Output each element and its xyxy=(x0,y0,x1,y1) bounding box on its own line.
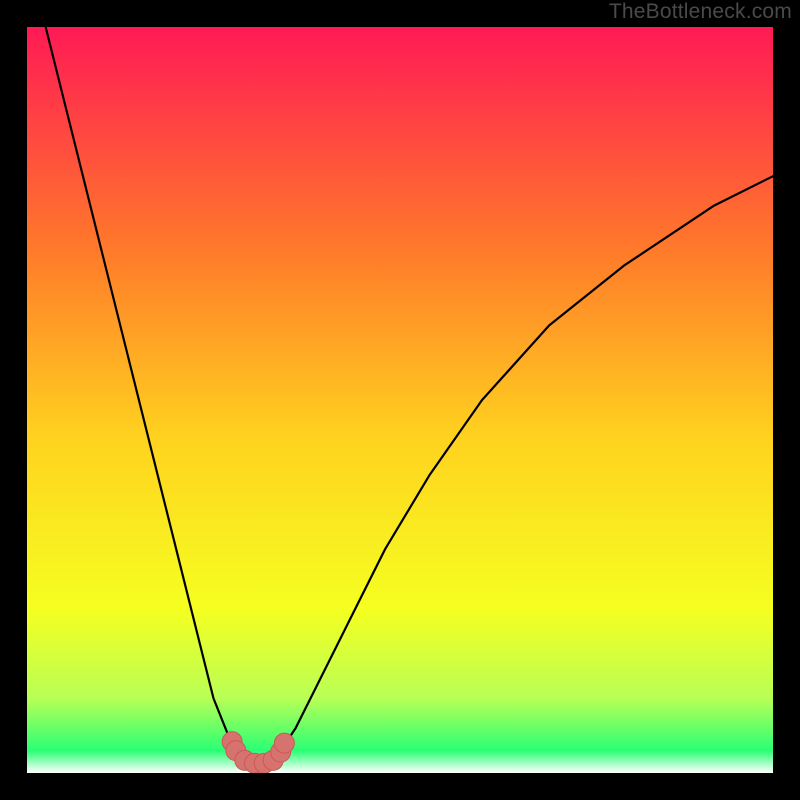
curve-marker xyxy=(274,733,294,753)
watermark-text: TheBottleneck.com xyxy=(609,0,792,24)
chart-frame: TheBottleneck.com xyxy=(0,0,800,800)
plot-area xyxy=(27,27,773,773)
chart-svg xyxy=(27,27,773,773)
